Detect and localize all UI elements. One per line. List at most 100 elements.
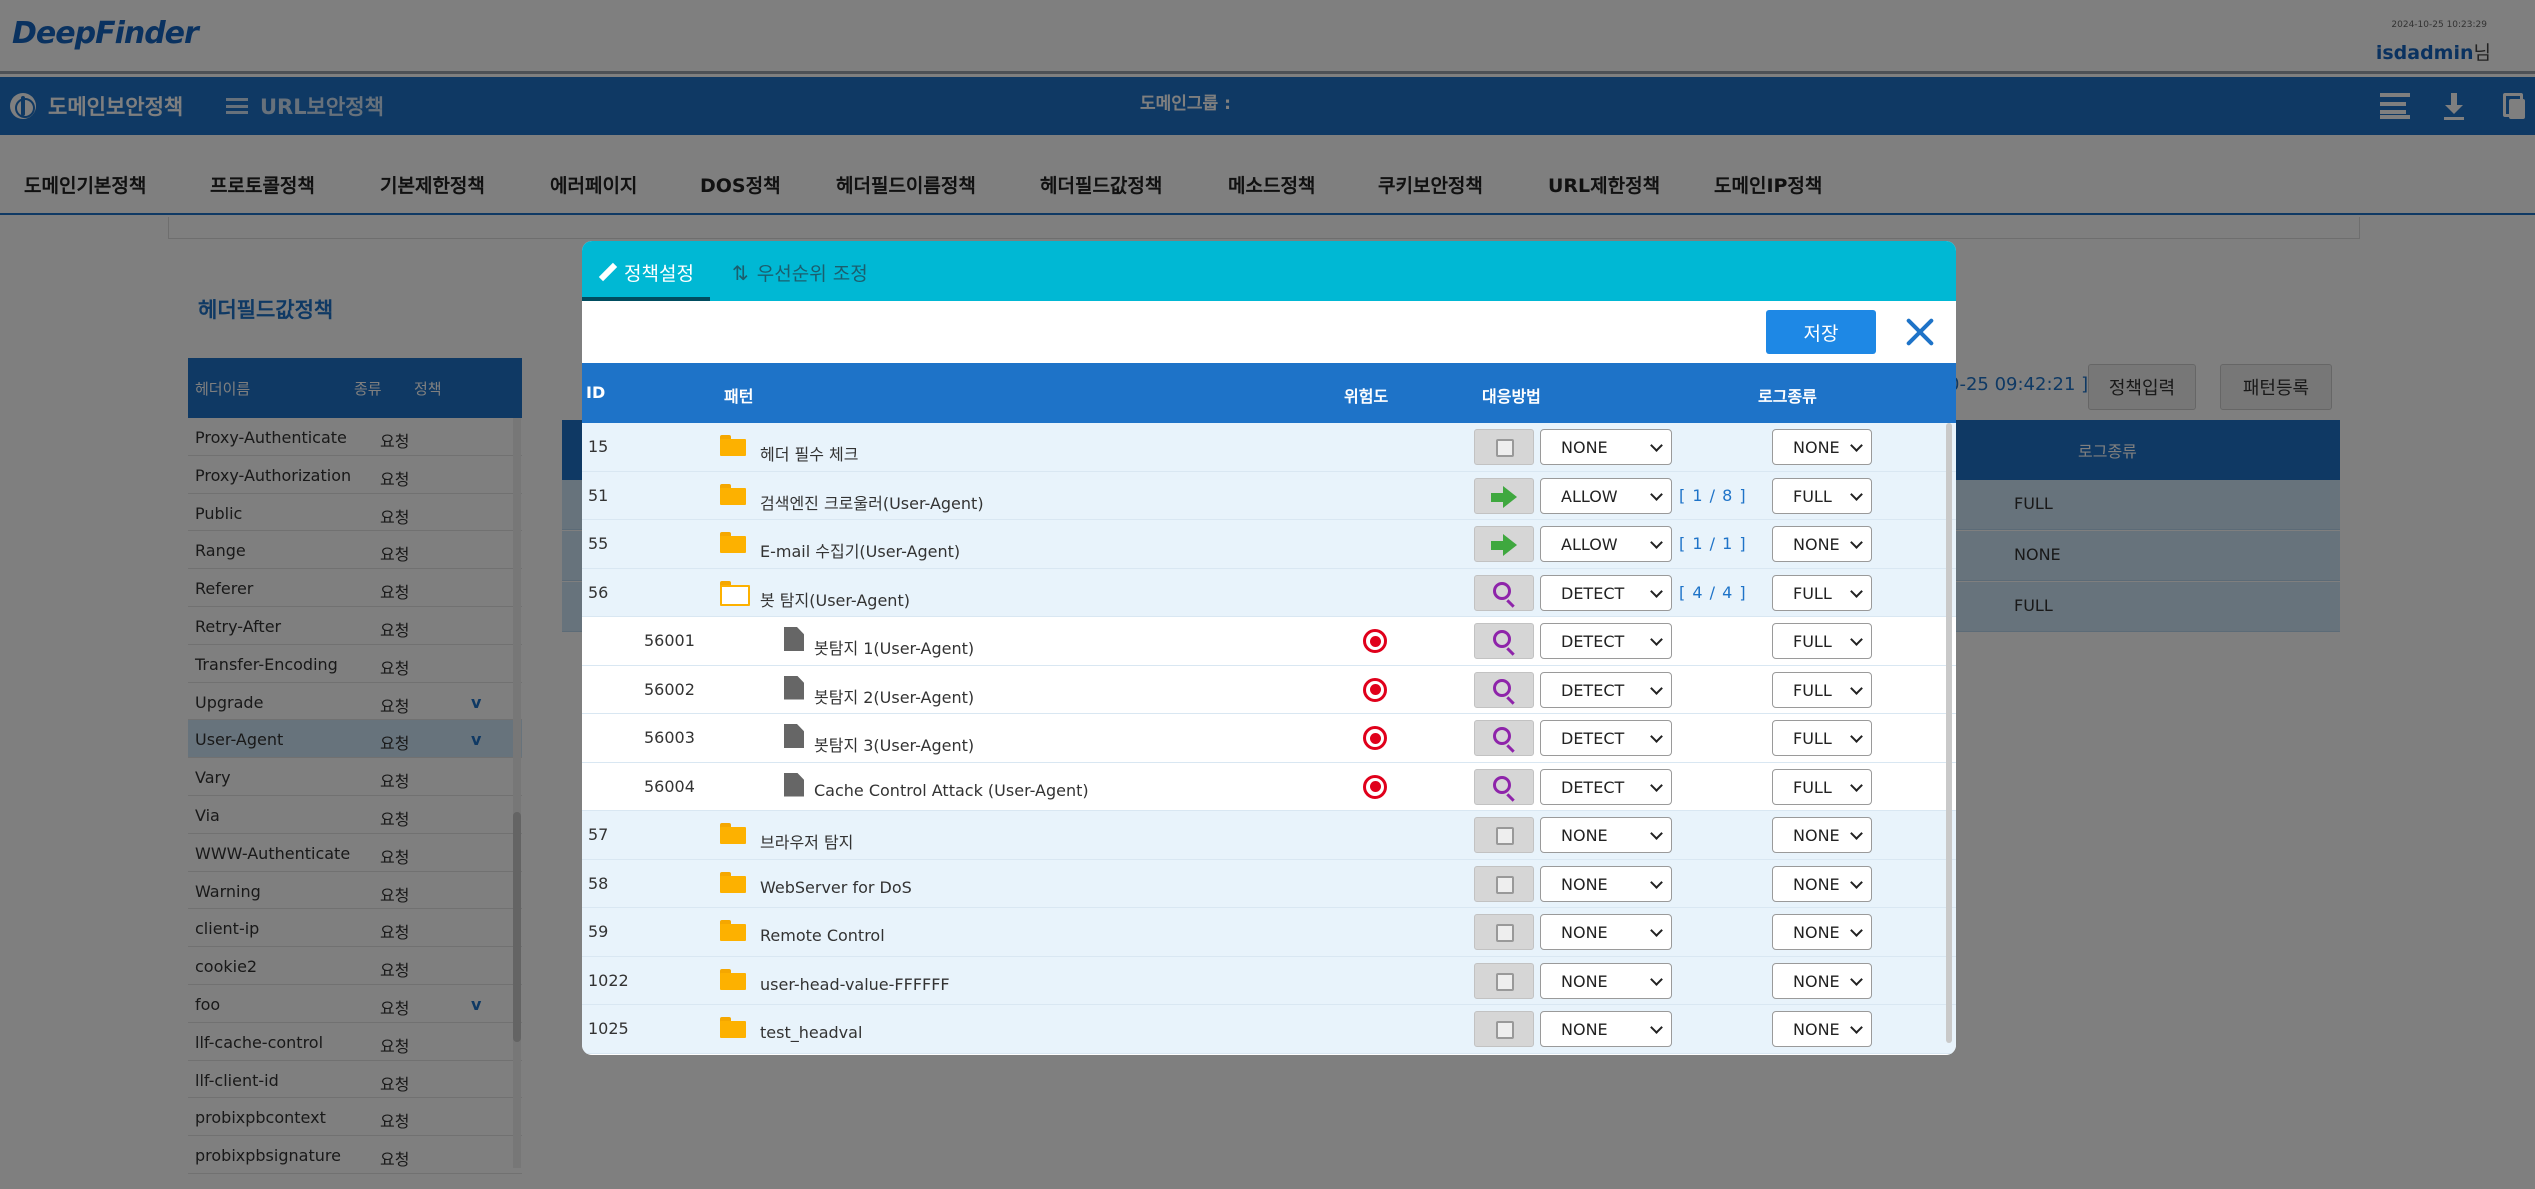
folder-icon[interactable] (720, 435, 746, 456)
risk-high-icon (1363, 726, 1387, 750)
chevron-down-icon (1650, 924, 1663, 937)
chevron-down-icon (1650, 827, 1663, 840)
policy-settings-modal: 정책설정 ⇅ 우선순위 조정 저장 ID 패턴 위험도 대응방법 로그종류 15… (582, 241, 1956, 1055)
table-row[interactable]: 1022 user-head-value-FFFFFF NONE NONE (582, 956, 1956, 1005)
pattern-ratio: [ 1 / 1 ] (1679, 534, 1747, 553)
close-icon[interactable] (1900, 312, 1940, 352)
table-row[interactable]: 58 WebServer for DoS NONE NONE (582, 859, 1956, 908)
row-id: 1025 (588, 1019, 629, 1038)
log-type-select[interactable]: NONE (1772, 817, 1872, 853)
tab-priority-adjust[interactable]: ⇅ 우선순위 조정 (732, 259, 868, 286)
chevron-down-icon (1650, 536, 1663, 549)
chevron-down-icon (1650, 972, 1663, 986)
action-select[interactable]: NONE (1540, 962, 1672, 999)
log-type-select[interactable]: NONE (1772, 962, 1872, 999)
log-type-select[interactable]: NONE (1772, 914, 1872, 950)
action-select[interactable]: ALLOW (1540, 477, 1672, 514)
table-row[interactable]: 56003 봇탐지 3(User-Agent) DETECT FULL (582, 714, 1956, 763)
risk-high-icon (1363, 677, 1387, 702)
action-toggle-button[interactable] (1474, 429, 1534, 465)
log-type-select[interactable]: FULL (1772, 720, 1872, 756)
folder-icon[interactable] (720, 871, 746, 893)
action-toggle-button[interactable] (1474, 914, 1534, 950)
action-toggle-button[interactable] (1474, 477, 1534, 514)
action-toggle-button[interactable] (1474, 768, 1534, 805)
log-type-select[interactable]: FULL (1772, 671, 1872, 708)
tab-policy-settings[interactable]: 정책설정 (598, 259, 694, 286)
folder-icon[interactable] (720, 823, 746, 844)
risk-high-icon (1363, 774, 1387, 799)
chevron-down-icon (1650, 487, 1663, 501)
log-type-select[interactable]: NONE (1772, 865, 1872, 902)
checkbox-icon (1496, 827, 1514, 845)
chevron-down-icon (1850, 827, 1863, 840)
action-toggle-button[interactable] (1474, 962, 1534, 999)
action-select[interactable]: NONE (1540, 865, 1672, 902)
action-select[interactable]: DETECT (1540, 671, 1672, 708)
action-toggle-button[interactable] (1474, 526, 1534, 562)
action-toggle-button[interactable] (1474, 1011, 1534, 1047)
modal-scrollbar[interactable] (1946, 423, 1952, 1043)
table-row[interactable]: 51 검색엔진 크로울러(User-Agent) ALLOW [ 1 / 8 ] FUL… (582, 471, 1956, 520)
log-type-select[interactable]: NONE (1772, 526, 1872, 562)
action-toggle-button[interactable] (1474, 574, 1534, 611)
table-row[interactable]: 56001 봇탐지 1(User-Agent) DETECT FULL (582, 617, 1956, 666)
action-select[interactable]: DETECT (1540, 574, 1672, 611)
chevron-down-icon (1650, 1021, 1663, 1034)
pattern-name: 헤더 필수 체크 (760, 445, 859, 464)
log-type-select[interactable]: FULL (1772, 623, 1872, 659)
table-row[interactable]: 1025 test_headval NONE NONE (582, 1005, 1956, 1054)
log-type-select[interactable]: FULL (1772, 477, 1872, 514)
log-type-select[interactable]: NONE (1772, 1011, 1872, 1047)
table-row[interactable]: 15 헤더 필수 체크 NONE NONE (582, 423, 1956, 472)
action-toggle-button[interactable] (1474, 865, 1534, 902)
folder-icon[interactable] (720, 483, 746, 505)
action-select[interactable]: NONE (1540, 429, 1672, 465)
table-row[interactable]: 57 브라우저 탐지 NONE NONE (582, 811, 1956, 860)
pattern-name: 봇탐지 3(User-Agent) (814, 736, 975, 755)
action-select[interactable]: DETECT (1540, 720, 1672, 756)
action-select[interactable]: ALLOW (1540, 526, 1672, 562)
log-type-select[interactable]: NONE (1772, 429, 1872, 465)
action-toggle-button[interactable] (1474, 623, 1534, 659)
action-select[interactable]: DETECT (1540, 768, 1672, 805)
modal-table-body: 15 헤더 필수 체크 NONE NONE 51 검색엔진 크로울러(User-Agent… (582, 423, 1956, 1055)
folder-icon[interactable] (720, 532, 746, 553)
folder-icon[interactable] (720, 968, 746, 990)
chevron-down-icon (1850, 778, 1863, 792)
folder-open-icon[interactable] (720, 580, 750, 606)
table-row[interactable]: 55 E-mail 수집기(User-Agent) ALLOW [ 1 / 1 ] NO… (582, 520, 1956, 569)
action-select[interactable]: NONE (1540, 914, 1672, 950)
chevron-down-icon (1850, 1021, 1863, 1034)
pattern-name: Cache Control Attack (User-Agent) (814, 780, 1089, 800)
row-id: 51 (588, 485, 609, 505)
action-toggle-button[interactable] (1474, 720, 1534, 756)
table-row[interactable]: 56004 Cache Control Attack (User-Agent) DE… (582, 762, 1956, 811)
pattern-name: Remote Control (760, 926, 885, 945)
file-icon (784, 724, 804, 748)
table-row[interactable]: 59 Remote Control NONE NONE (582, 908, 1956, 957)
row-id: 55 (588, 534, 609, 553)
action-select[interactable]: NONE (1540, 1011, 1672, 1047)
table-row[interactable]: 56 봇 탐지(User-Agent) DETECT [ 4 / 4 ] FULL (582, 568, 1956, 617)
row-id: 56002 (644, 679, 695, 699)
arrow-right-icon (1491, 534, 1519, 556)
action-toggle-button[interactable] (1474, 671, 1534, 708)
folder-icon[interactable] (720, 1017, 746, 1038)
log-type-select[interactable]: FULL (1772, 768, 1872, 805)
log-type-select[interactable]: FULL (1772, 574, 1872, 611)
row-id: 15 (588, 437, 609, 456)
pattern-name: test_headval (760, 1023, 863, 1042)
action-select[interactable]: DETECT (1540, 623, 1672, 659)
modal-tabs: 정책설정 ⇅ 우선순위 조정 (582, 241, 1956, 301)
chevron-down-icon (1850, 439, 1863, 452)
checkbox-icon (1496, 875, 1514, 894)
action-toggle-button[interactable] (1474, 817, 1534, 853)
chevron-down-icon (1850, 730, 1863, 743)
pattern-name: WebServer for DoS (760, 877, 912, 897)
folder-icon[interactable] (720, 920, 746, 941)
file-icon (784, 627, 804, 651)
save-button[interactable]: 저장 (1766, 310, 1876, 354)
table-row[interactable]: 56002 봇탐지 2(User-Agent) DETECT FULL (582, 665, 1956, 714)
action-select[interactable]: NONE (1540, 817, 1672, 853)
